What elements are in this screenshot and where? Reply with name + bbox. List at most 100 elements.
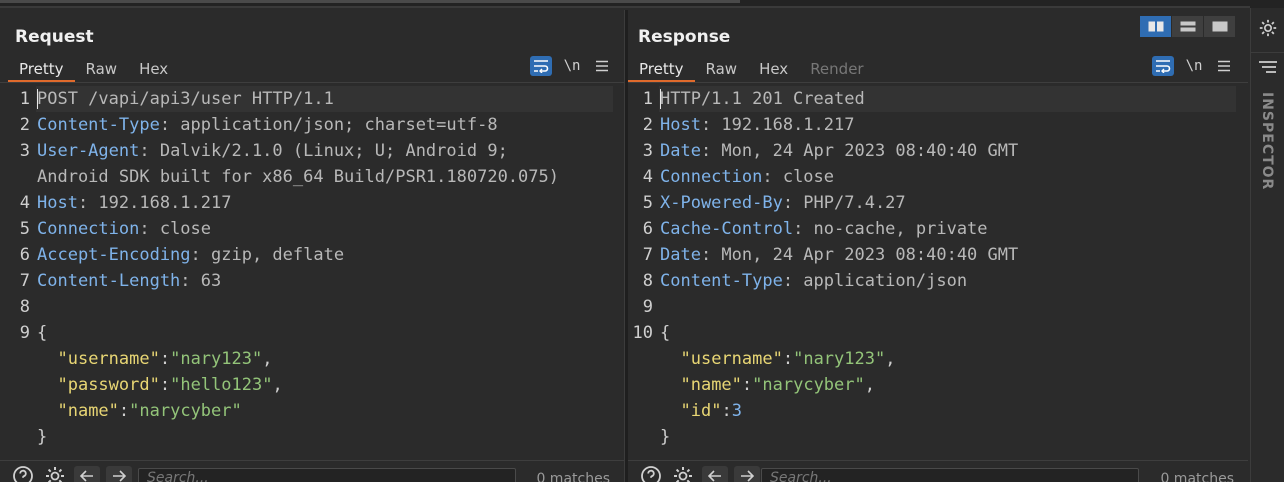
line-content: HTTP/1.1 201 Created bbox=[660, 86, 865, 112]
line-content: Date: Mon, 24 Apr 2023 08:40:40 GMT bbox=[660, 242, 1018, 268]
code-token: X-Powered-By bbox=[660, 193, 783, 213]
wrap-lines-button[interactable] bbox=[1152, 56, 1174, 76]
tab-raw[interactable]: Raw bbox=[695, 58, 749, 82]
search-input[interactable]: Search... bbox=[138, 468, 516, 482]
code-line: "password":"hello123", bbox=[0, 372, 624, 398]
line-content: "username":"nary123", bbox=[660, 346, 895, 372]
editor-tools: \n bbox=[530, 56, 612, 76]
code-token: Host bbox=[37, 193, 78, 213]
line-number: 3 bbox=[19, 141, 30, 161]
arrow-right-icon bbox=[113, 470, 126, 482]
code-token: "narycyber" bbox=[129, 401, 242, 421]
line-content: { bbox=[37, 320, 47, 346]
editor-menu-button[interactable] bbox=[1214, 60, 1234, 72]
horizontal-scrollbar[interactable] bbox=[0, 0, 740, 3]
line-content: Connection: close bbox=[37, 216, 211, 242]
search-controls bbox=[638, 466, 760, 482]
code-token: : Mon, 24 Apr 2023 08:40:40 GMT bbox=[700, 141, 1019, 161]
help-icon bbox=[13, 466, 33, 482]
code-token: "nary123" bbox=[170, 349, 263, 369]
tab-hex[interactable]: Hex bbox=[128, 58, 179, 82]
match-count: 0 matches bbox=[1160, 471, 1234, 482]
code-token: : gzip, deflate bbox=[190, 245, 345, 265]
tab-render[interactable]: Render bbox=[799, 58, 874, 82]
show-newlines-button[interactable]: \n bbox=[1184, 58, 1204, 74]
wrap-lines-button[interactable] bbox=[530, 56, 552, 76]
tab-hex[interactable]: Hex bbox=[748, 58, 799, 82]
code-token: , bbox=[864, 375, 875, 395]
code-token: Host bbox=[660, 115, 701, 135]
gear-icon bbox=[46, 467, 64, 482]
line-number: 1 bbox=[642, 89, 653, 109]
code-token: { bbox=[37, 323, 48, 343]
editor-tools: \n bbox=[1152, 56, 1234, 76]
line-content: X-Powered-By: PHP/7.4.27 bbox=[660, 190, 906, 216]
inspector-filter-button[interactable] bbox=[1258, 60, 1278, 80]
code-line: 6 Cache-Control: no-cache, private bbox=[628, 216, 1248, 242]
request-tabs: Pretty Raw Hex bbox=[8, 58, 179, 82]
previous-match-button[interactable] bbox=[74, 466, 100, 482]
tab-pretty[interactable]: Pretty bbox=[8, 58, 75, 82]
line-content: Host: 192.168.1.217 bbox=[660, 112, 854, 138]
help-button[interactable] bbox=[10, 466, 36, 482]
code-token: "name" bbox=[680, 375, 742, 395]
tab-pretty[interactable]: Pretty bbox=[628, 58, 695, 82]
code-token: : bbox=[721, 401, 732, 421]
line-content: "name":"narycyber" bbox=[37, 398, 242, 424]
line-content: Content-Type: application/json bbox=[660, 268, 967, 294]
inspector-label[interactable]: INSPECTOR bbox=[1259, 92, 1275, 190]
code-line: 7 Date: Mon, 24 Apr 2023 08:40:40 GMT bbox=[628, 242, 1248, 268]
line-content: } bbox=[37, 424, 47, 450]
request-panel: Request Pretty Raw Hex \n 1 POST /vapi/ap… bbox=[0, 10, 624, 482]
request-editor[interactable]: 1 POST /vapi/api3/user HTTP/1.1 2 Content-T… bbox=[0, 86, 624, 460]
show-newlines-button[interactable]: \n bbox=[562, 58, 582, 74]
line-number: 1 bbox=[19, 89, 30, 109]
layout-tabbed-icon bbox=[1212, 21, 1227, 32]
tab-raw[interactable]: Raw bbox=[75, 58, 129, 82]
line-number: 2 bbox=[19, 115, 30, 135]
line-number: 6 bbox=[19, 245, 30, 265]
code-line: } bbox=[628, 424, 1248, 450]
code-token: : Dalvik/2.1.0 (Linux; U; Android 9; bbox=[139, 141, 508, 161]
code-line: 8 Content-Type: application/json bbox=[628, 268, 1248, 294]
next-match-button[interactable] bbox=[106, 466, 132, 482]
line-content: "id":3 bbox=[660, 398, 741, 424]
arrow-left-icon bbox=[708, 470, 721, 482]
search-settings-button[interactable] bbox=[670, 466, 696, 482]
layout-side-by-side-icon bbox=[1148, 21, 1163, 32]
code-token: Content-Type bbox=[660, 271, 783, 291]
response-editor[interactable]: 1 HTTP/1.1 201 Created 2 Host: 192.168.1.21… bbox=[628, 86, 1248, 460]
line-content: "username":"nary123", bbox=[37, 346, 272, 372]
previous-match-button[interactable] bbox=[702, 466, 728, 482]
line-content: Cache-Control: no-cache, private bbox=[660, 216, 988, 242]
code-token: , bbox=[262, 349, 273, 369]
help-button[interactable] bbox=[638, 466, 664, 482]
layout-stacked-button[interactable] bbox=[1172, 16, 1204, 37]
line-content: Host: 192.168.1.217 bbox=[37, 190, 231, 216]
line-number: 8 bbox=[642, 271, 653, 291]
code-line: 4 Host: 192.168.1.217 bbox=[0, 190, 624, 216]
code-token: , bbox=[272, 375, 283, 395]
inspector-settings-button[interactable] bbox=[1258, 18, 1278, 42]
line-number: 9 bbox=[642, 297, 653, 317]
code-token: "narycyber" bbox=[752, 375, 865, 395]
editor-menu-button[interactable] bbox=[592, 60, 612, 72]
code-token: : 63 bbox=[180, 271, 222, 291]
code-line: Android SDK built for x86_64 Build/PSR1.… bbox=[0, 164, 624, 190]
line-content: Connection: close bbox=[660, 164, 834, 190]
layout-side-by-side-button[interactable] bbox=[1140, 16, 1172, 37]
code-token: Connection bbox=[37, 219, 140, 239]
search-settings-button[interactable] bbox=[42, 466, 68, 482]
line-content: Content-Length: 63 bbox=[37, 268, 221, 294]
search-input[interactable]: Search... bbox=[761, 468, 1139, 482]
code-token: : close bbox=[762, 167, 835, 187]
code-token: Date bbox=[660, 245, 701, 265]
next-match-button[interactable] bbox=[734, 466, 760, 482]
inspector-separator bbox=[1251, 52, 1284, 53]
code-line: 10 { bbox=[628, 320, 1248, 346]
line-content: User-Agent: Dalvik/2.1.0 (Linux; U; Andr… bbox=[37, 138, 508, 164]
layout-tabbed-button[interactable] bbox=[1204, 16, 1236, 37]
